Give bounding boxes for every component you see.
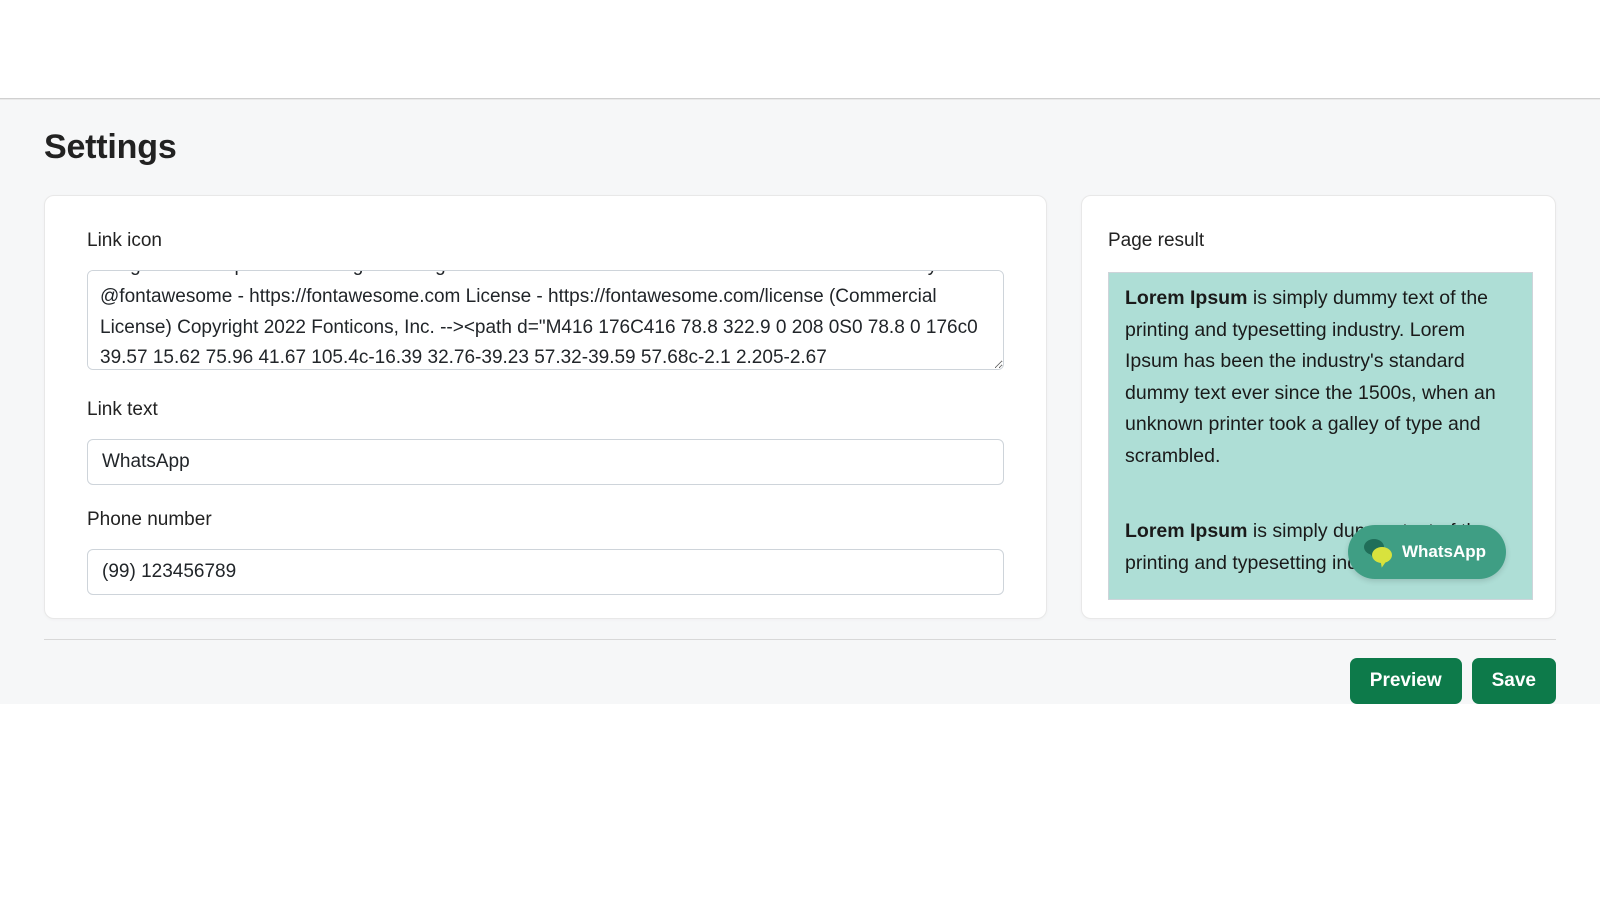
panels-row: Link icon Link text Phone number Initial [44,195,1556,619]
preview-p1-text: is simply dummy text of the printing and… [1125,287,1496,467]
page-result-label: Page result [1108,230,1533,252]
phone-number-group: Phone number [87,509,1004,595]
settings-form-panel: Link icon Link text Phone number Initial [44,195,1047,619]
page-result-inner: Page result Lorem Ipsum is simply dummy … [1082,196,1555,618]
app-root: Settings Link icon Link text Phone numbe… [0,0,1600,704]
page-result-preview: Lorem Ipsum is simply dummy text of the … [1108,272,1533,600]
link-text-group: Link text [87,399,1004,485]
link-text-label: Link text [87,399,1004,421]
settings-form-scroll[interactable]: Link icon Link text Phone number Initial [45,196,1046,618]
action-buttons-row: Preview Save [44,640,1556,704]
settings-page: Settings Link icon Link text Phone numbe… [0,99,1600,704]
chat-bubbles-icon [1364,539,1392,565]
preview-button[interactable]: Preview [1350,658,1462,704]
phone-number-label: Phone number [87,509,1004,531]
link-text-input[interactable] [87,439,1004,485]
whatsapp-float-label: WhatsApp [1402,542,1486,562]
link-icon-group: Link icon [87,230,1004,375]
top-blank-area [0,0,1600,99]
link-icon-textarea[interactable] [87,270,1004,370]
preview-p1-bold: Lorem Ipsum [1125,287,1247,309]
save-button[interactable]: Save [1472,658,1556,704]
preview-p2-bold: Lorem Ipsum [1125,520,1247,542]
whatsapp-float-button[interactable]: WhatsApp [1348,525,1506,579]
page-title: Settings [44,128,1556,167]
link-icon-label: Link icon [87,230,1004,252]
preview-paragraph-1: Lorem Ipsum is simply dummy text of the … [1125,283,1516,472]
page-result-panel: Page result Lorem Ipsum is simply dummy … [1081,195,1556,619]
phone-number-input[interactable] [87,549,1004,595]
